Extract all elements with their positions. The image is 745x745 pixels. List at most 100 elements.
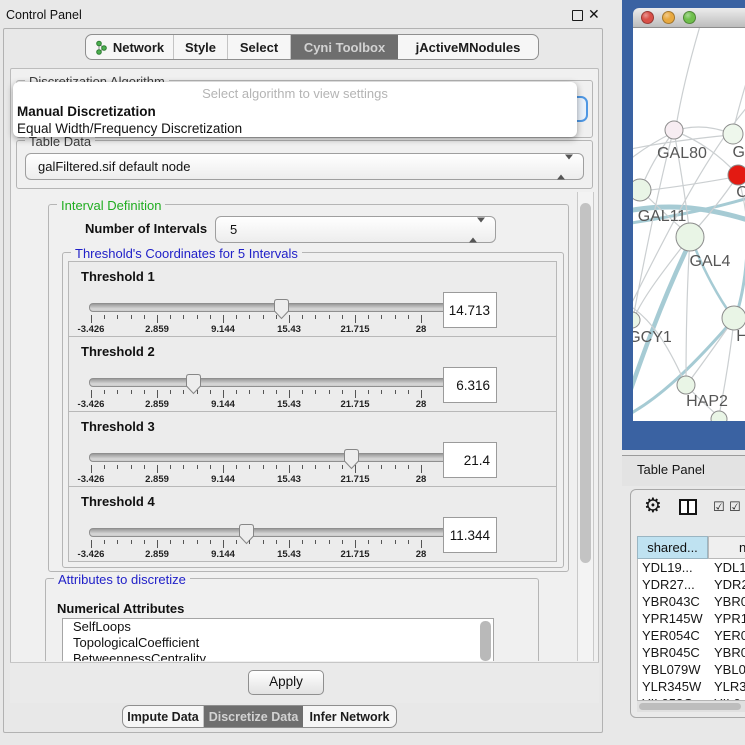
slider-tick: [276, 540, 277, 544]
slider-tick: [395, 315, 396, 319]
threshold-value-input[interactable]: [443, 517, 497, 553]
slider-tick-label: -3.426: [78, 549, 105, 560]
minimize-traffic-light-icon[interactable]: [662, 11, 675, 24]
slider-tick: [197, 540, 198, 544]
slider-track[interactable]: [89, 303, 448, 312]
tab-select[interactable]: Select: [228, 35, 291, 59]
network-node-gcy1[interactable]: [633, 312, 640, 328]
close-icon[interactable]: ✕: [588, 6, 600, 23]
network-node-c[interactable]: [728, 165, 745, 185]
scrollbar-thumb[interactable]: [639, 703, 741, 710]
checkbox-checked-icon[interactable]: ☑: [729, 500, 741, 513]
column-header-name[interactable]: n: [708, 536, 745, 559]
tab-style[interactable]: Style: [174, 35, 228, 59]
slider-tick: [342, 540, 343, 544]
table-row[interactable]: YBR045CYBR0: [638, 644, 745, 661]
algorithm-option[interactable]: Equal Width/Frequency Discretization: [13, 120, 577, 137]
attribute-list-item[interactable]: SelfLoops: [63, 619, 493, 635]
attribute-list-item[interactable]: BetweennessCentrality: [63, 651, 493, 661]
network-node-gal11[interactable]: [633, 179, 651, 201]
algorithm-options: Manual DiscretizationEqual Width/Frequen…: [13, 103, 577, 137]
network-node-hap2[interactable]: [677, 376, 695, 394]
network-node-h[interactable]: [722, 306, 745, 330]
threshold-value-input[interactable]: [443, 367, 497, 403]
numerical-attributes-list[interactable]: SelfLoopsTopologicalCoefficientBetweenne…: [62, 618, 494, 661]
network-node-label: HAP2: [686, 393, 728, 410]
slider-tick: [170, 540, 171, 544]
number-of-intervals-value: 5: [230, 222, 237, 237]
slider-tick: [131, 315, 132, 319]
slider-track[interactable]: [89, 378, 448, 387]
column-header-shared-name[interactable]: shared...: [637, 536, 708, 559]
threshold-panel: Threshold 2-3.4262.8599.14415.4321.71528: [68, 336, 557, 412]
slider-tick: [342, 390, 343, 394]
zoom-traffic-light-icon[interactable]: [683, 11, 696, 24]
network-node-label: GAL11: [638, 208, 687, 225]
table-row[interactable]: YDR27...YDR2: [638, 576, 745, 593]
tab-cyni-toolbox[interactable]: Cyni Toolbox: [291, 35, 398, 59]
table-row[interactable]: YBL079WYBL0: [638, 661, 745, 678]
tab-jactivemnodules[interactable]: jActiveMNodules: [398, 35, 538, 59]
settings-vertical-scrollbar[interactable]: [577, 192, 594, 661]
algorithm-option[interactable]: Manual Discretization: [13, 103, 577, 120]
slider-tick: [342, 465, 343, 469]
table-row[interactable]: YDL19...YDL1: [638, 559, 745, 576]
threshold-value-input[interactable]: [443, 442, 497, 478]
table-row[interactable]: YPR145WYPR1: [638, 610, 745, 627]
slider-tick: [329, 390, 330, 394]
network-edge[interactable]: [641, 177, 735, 191]
attribute-list-item[interactable]: TopologicalCoefficient: [63, 635, 493, 651]
slider-tick-label: 9.144: [211, 474, 235, 485]
numerical-attributes-label: Numerical Attributes: [57, 601, 184, 616]
network-node-gal4[interactable]: [676, 223, 704, 251]
slider-tick: [289, 315, 290, 323]
slider-tick-label: 28: [416, 474, 427, 485]
tab-infer-network[interactable]: Infer Network: [303, 706, 396, 727]
slider-tick: [263, 540, 264, 544]
slider-tick: [395, 390, 396, 394]
slider-tick: [157, 390, 158, 398]
network-edge[interactable]: [676, 28, 700, 127]
float-window-icon[interactable]: [572, 10, 583, 21]
tab-impute-data[interactable]: Impute Data: [123, 706, 204, 727]
network-edge-highlighted[interactable]: [692, 240, 732, 316]
table-row[interactable]: YBR043CYBR0: [638, 593, 745, 610]
group-title: Interval Definition: [57, 198, 165, 213]
slider-tick: [355, 540, 356, 548]
table-horizontal-scrollbar[interactable]: [637, 700, 745, 712]
cell-name: YDR2: [709, 576, 745, 593]
network-node-gal80[interactable]: [665, 121, 683, 139]
slider-tick: [104, 465, 105, 469]
slider-tick: [104, 315, 105, 319]
network-canvas[interactable]: GAL80G.CGAL11GAL4GCY1HHAP2: [633, 28, 745, 421]
slider-track[interactable]: [89, 453, 448, 462]
slider-tick: [315, 390, 316, 394]
table-data-combobox[interactable]: galFiltered.sif default node: [25, 153, 584, 180]
network-node-g[interactable]: [723, 124, 743, 144]
table-data-selected: galFiltered.sif default node: [38, 159, 190, 174]
apply-button[interactable]: Apply: [248, 670, 324, 695]
cell-name: YER0: [709, 627, 745, 644]
slider-tick: [170, 390, 171, 394]
tab-discretize-data[interactable]: Discretize Data: [204, 706, 303, 727]
slider-tick-label: -3.426: [78, 324, 105, 335]
scrollbar-thumb[interactable]: [580, 203, 591, 563]
cell-shared-name: YDR27...: [638, 576, 709, 593]
table-row[interactable]: YLR345WYLR3: [638, 678, 745, 695]
tab-network[interactable]: Network: [86, 35, 174, 59]
close-traffic-light-icon[interactable]: [641, 11, 654, 24]
slider-tick: [249, 465, 250, 469]
settings-gear-icon[interactable]: ⚙: [644, 496, 662, 516]
checkbox-checked-icon[interactable]: ☑: [713, 500, 725, 513]
slider-tick-label: 9.144: [211, 549, 235, 560]
slider-tick: [408, 465, 409, 469]
slider-tick: [91, 540, 92, 548]
slider-tick-label: -3.426: [78, 474, 105, 485]
number-of-intervals-spinner[interactable]: 5: [215, 216, 496, 243]
threshold-value-input[interactable]: [443, 292, 497, 328]
slider-tick-label: 28: [416, 399, 427, 410]
list-scrollbar[interactable]: [480, 621, 491, 661]
slider-track[interactable]: [89, 528, 448, 537]
table-row[interactable]: YER054CYER0: [638, 627, 745, 644]
split-columns-icon[interactable]: [679, 499, 697, 515]
